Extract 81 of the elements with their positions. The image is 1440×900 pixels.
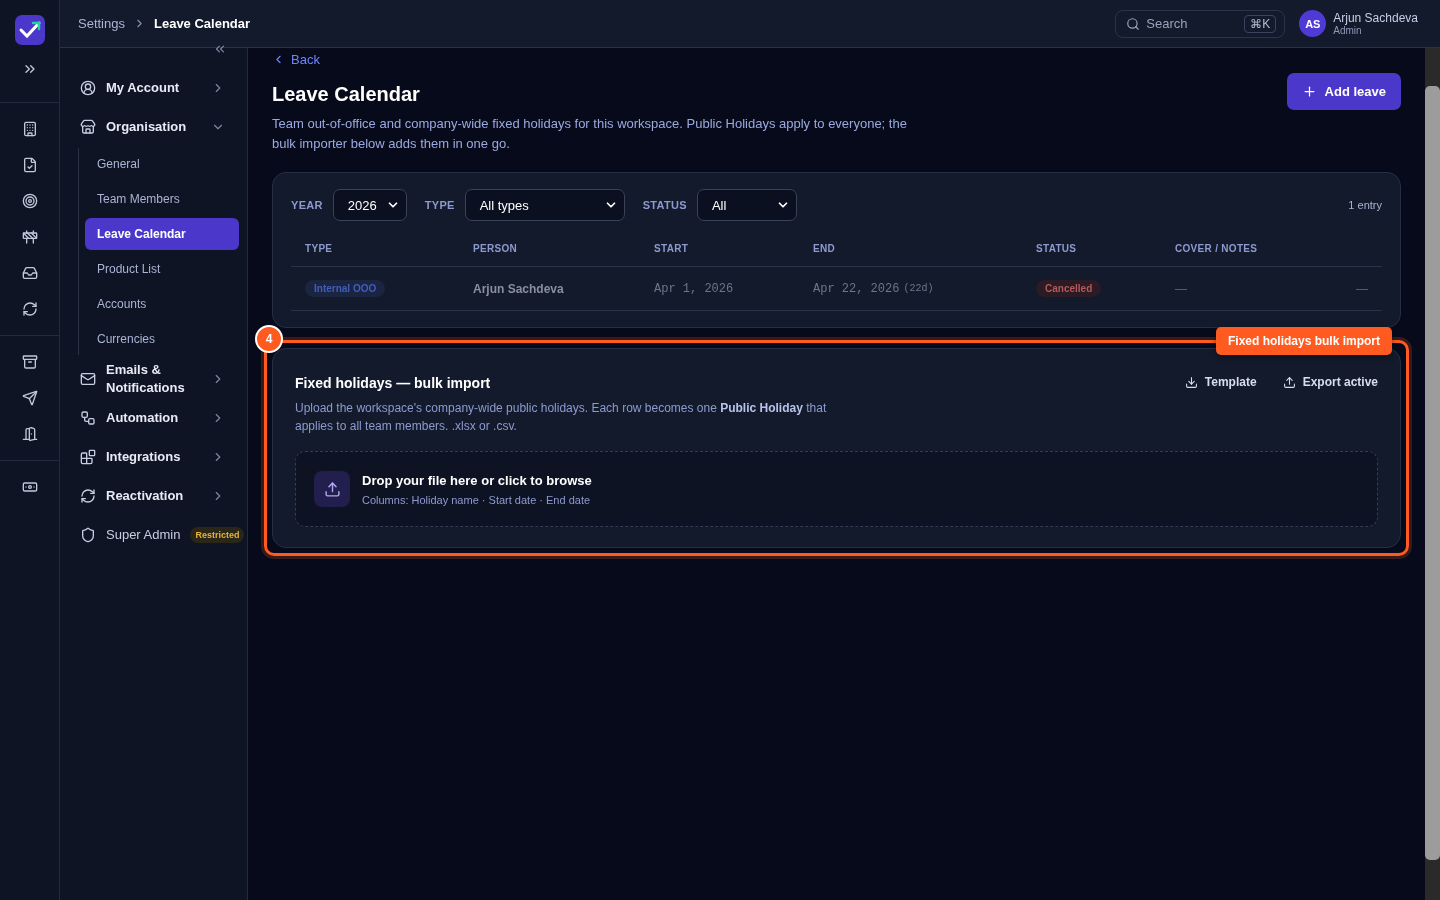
add-leave-button[interactable]: Add leave bbox=[1286, 73, 1401, 110]
filter-select[interactable]: All types bbox=[464, 189, 625, 221]
column-header: END bbox=[799, 243, 1022, 267]
dropzone-title: Drop your file here or click to browse bbox=[362, 472, 592, 488]
inbox-icon[interactable] bbox=[22, 265, 38, 281]
sidebar-subitem[interactable]: Accounts bbox=[85, 288, 239, 320]
sidebar-item[interactable]: Emails & Notifications bbox=[106, 360, 201, 397]
filter-label: YEAR bbox=[291, 199, 323, 211]
person-name: Arjun Sachdeva bbox=[473, 281, 564, 296]
type-tag: Internal OOO bbox=[305, 280, 386, 297]
user-name: Arjun Sachdeva bbox=[1333, 11, 1418, 25]
status-tag: Cancelled bbox=[1036, 280, 1102, 297]
sidebar-subitem[interactable]: Currencies bbox=[85, 323, 239, 355]
banknote-icon[interactable] bbox=[22, 479, 38, 495]
user-avatar[interactable]: AS bbox=[1299, 10, 1327, 37]
upload-icon bbox=[1282, 375, 1296, 389]
document-check-icon[interactable] bbox=[22, 157, 38, 173]
filter-label: STATUS bbox=[642, 199, 687, 211]
start-date: Apr 1, 2026 bbox=[654, 281, 734, 296]
annotation-label: Fixed holidays bulk import bbox=[1215, 327, 1392, 355]
target-icon[interactable] bbox=[22, 193, 38, 209]
filter-select[interactable]: All bbox=[696, 189, 797, 221]
end-date: Apr 22, 2026 bbox=[813, 281, 900, 296]
column-header: STATUS bbox=[1022, 243, 1161, 267]
archive-icon[interactable] bbox=[22, 354, 38, 370]
sidebar-item[interactable]: My Account bbox=[106, 78, 201, 97]
breadcrumb-item[interactable]: Settings bbox=[78, 16, 125, 31]
import-description: Upload the workspace's company-wide public holidays. Each row becomes one Public Holiday that applies to all team members. .xlsx or .csv. bbox=[295, 400, 828, 435]
export-button[interactable]: Export active bbox=[1282, 375, 1378, 389]
sidebar-item[interactable]: Automation bbox=[106, 408, 201, 427]
refresh-icon[interactable] bbox=[22, 301, 38, 317]
sidebar-subitem[interactable]: Team Members bbox=[85, 183, 239, 215]
search-field[interactable]: Search ⌘K bbox=[1115, 9, 1286, 38]
shield-icon bbox=[80, 526, 96, 543]
filter-select[interactable]: 2026 bbox=[332, 189, 407, 221]
barrier-icon[interactable] bbox=[22, 229, 38, 245]
entry-count: 1 entry bbox=[1348, 199, 1382, 211]
page-description: Team out-of-office and company-wide fixed holidays for this workspace. Public Holidays apply to everyone; the bulk importer below adds them in one go. bbox=[272, 115, 908, 153]
shortcut-key: ⌘K bbox=[1244, 14, 1277, 33]
sidebar-subitem[interactable]: General bbox=[85, 148, 239, 180]
sidebar-item[interactable]: Reactivation bbox=[106, 486, 201, 505]
dropzone-hint: Columns: Holiday name · Start date · End date bbox=[362, 493, 592, 506]
blocks-icon bbox=[80, 448, 96, 465]
workflow-icon bbox=[80, 409, 96, 426]
mail-icon bbox=[80, 370, 96, 387]
store-icon bbox=[80, 118, 96, 135]
user-role: Admin bbox=[1333, 25, 1363, 36]
actions-cell: — bbox=[1356, 281, 1368, 296]
refresh-icon bbox=[80, 487, 96, 504]
plus-icon bbox=[1301, 84, 1317, 99]
sidebar-item[interactable]: Super Admin bbox=[106, 527, 181, 542]
door-icon[interactable] bbox=[22, 426, 38, 442]
collapse-icon[interactable] bbox=[213, 42, 227, 56]
search-placeholder: Search bbox=[1146, 16, 1189, 31]
duration: (22d) bbox=[903, 283, 934, 294]
sidebar-subitem[interactable]: Leave Calendar bbox=[85, 218, 239, 250]
download-icon bbox=[1184, 375, 1198, 389]
back-link[interactable]: Back bbox=[272, 52, 320, 67]
breadcrumb-item: Leave Calendar bbox=[154, 16, 251, 31]
page-title: Leave Calendar bbox=[272, 83, 421, 106]
app-logo[interactable] bbox=[14, 15, 45, 45]
template-button[interactable]: Template bbox=[1184, 375, 1257, 389]
user-circle-icon bbox=[80, 79, 96, 96]
step-number: 4 bbox=[255, 325, 283, 353]
column-header: COVER / NOTES bbox=[1161, 243, 1342, 267]
column-header: START bbox=[640, 243, 799, 267]
upload-icon bbox=[314, 471, 350, 507]
send-icon[interactable] bbox=[22, 390, 38, 406]
column-header: PERSON bbox=[459, 243, 640, 267]
import-title: Fixed holidays — bulk import bbox=[295, 375, 492, 391]
notes-cell: — bbox=[1175, 281, 1187, 296]
column-header: TYPE bbox=[291, 243, 459, 267]
sidebar-subitem[interactable]: Product List bbox=[85, 253, 239, 285]
filter-label: TYPE bbox=[424, 199, 455, 211]
scrollbar[interactable] bbox=[1425, 48, 1440, 900]
search-icon bbox=[1126, 16, 1141, 31]
sidebar-item[interactable]: Integrations bbox=[106, 447, 201, 466]
building-icon[interactable] bbox=[22, 121, 38, 137]
sidebar-item[interactable]: Organisation bbox=[106, 117, 201, 136]
file-dropzone[interactable]: Drop your file here or click to browse Columns: Holiday name · Start date · End date bbox=[295, 451, 1378, 527]
restricted-badge: Restricted bbox=[190, 526, 245, 543]
